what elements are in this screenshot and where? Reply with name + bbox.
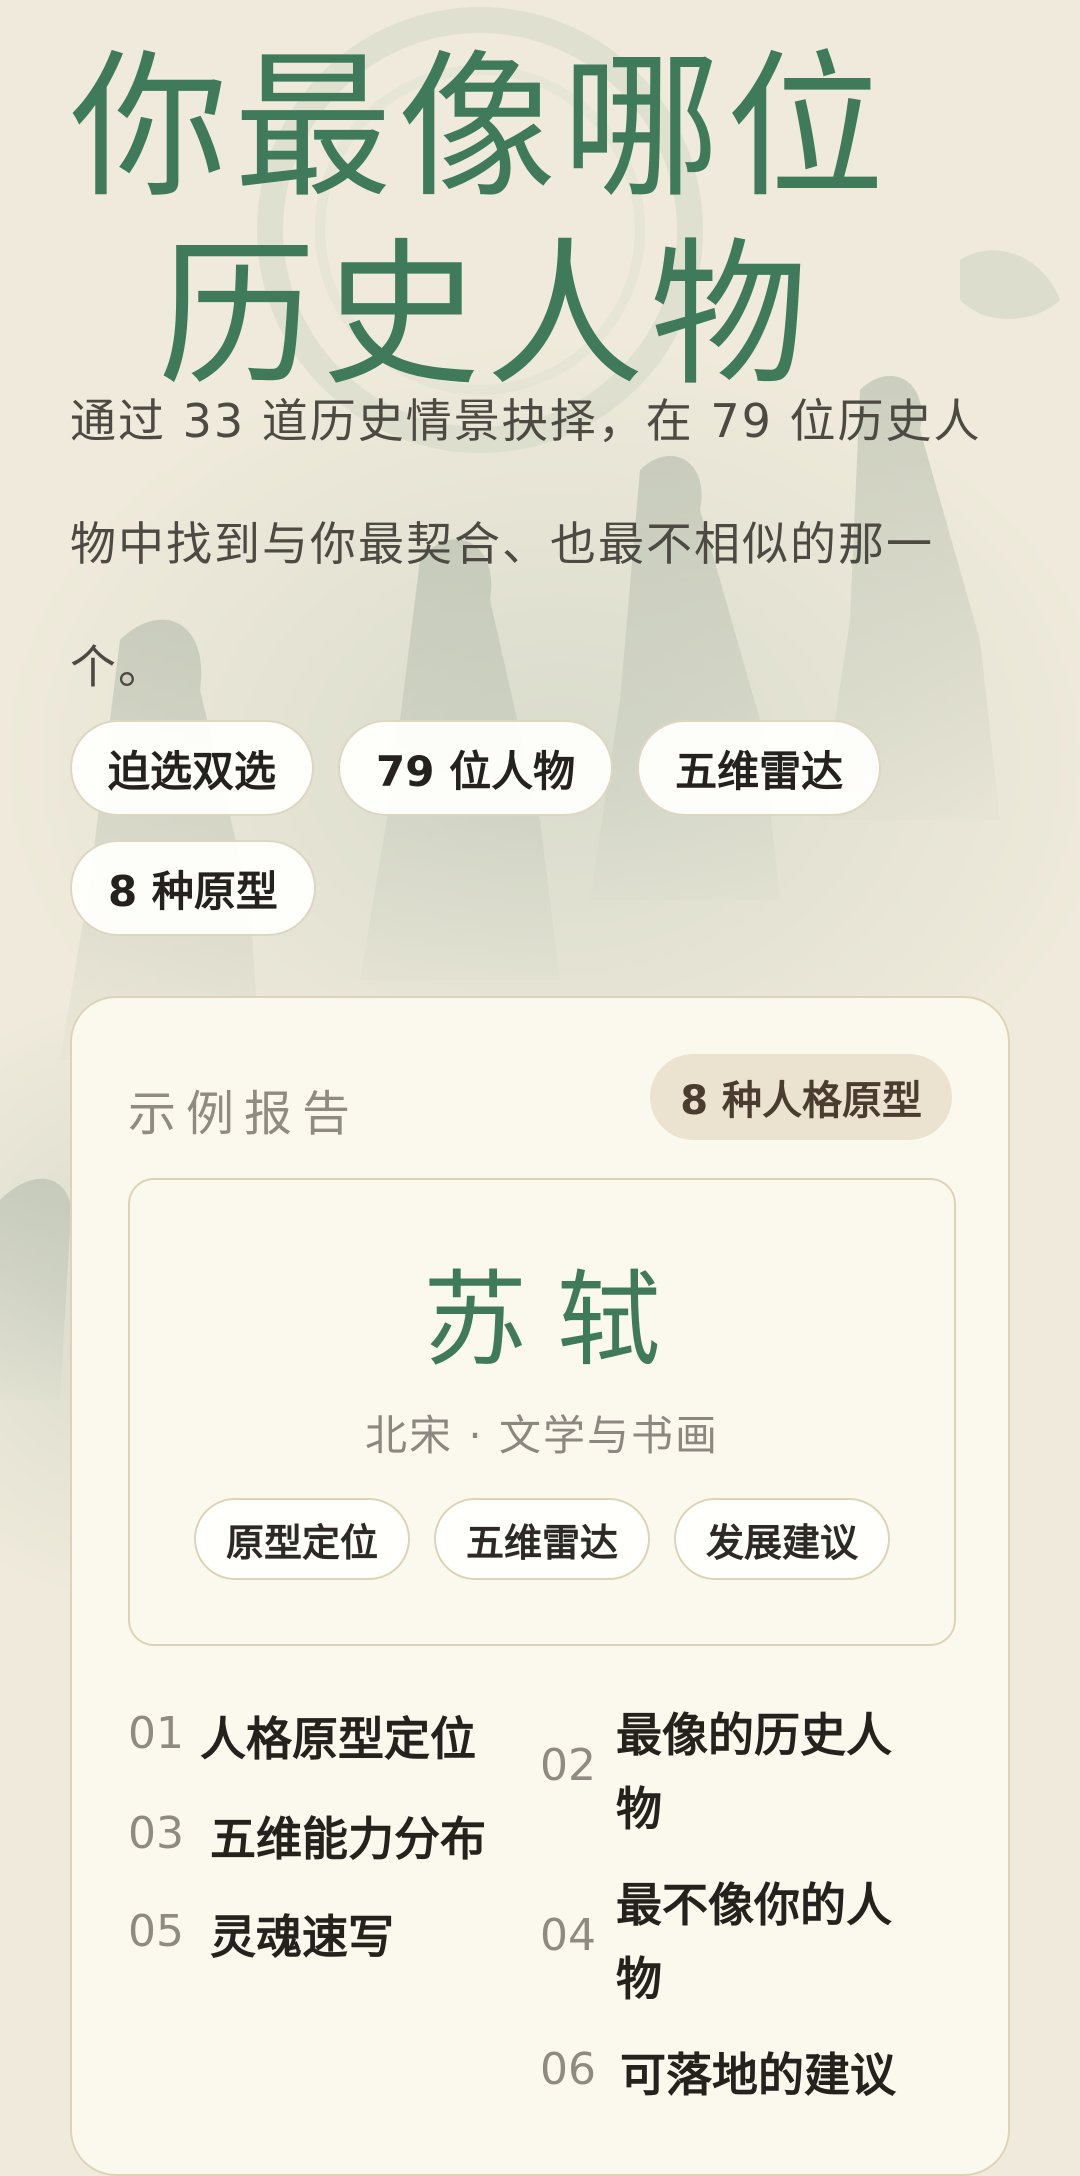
section-number: 02 [540, 1740, 596, 1791]
section-number: 06 [540, 2044, 596, 2095]
section-number: 01 [128, 1708, 184, 1759]
chip-archetypes: 8 种原型 [70, 840, 316, 936]
pill-suggestions: 发展建议 [674, 1498, 891, 1580]
page-content: 你最像哪位 历史人物 通过 33 道历史情景抉择，在 79 位历史人物中找到与你… [0, 0, 1080, 2176]
section-title: 灵魂速写 [210, 1910, 394, 1964]
chip-radar: 五维雷达 [637, 720, 882, 816]
section-number: 03 [128, 1808, 184, 1859]
section-title: 最像的历史人物 [616, 1708, 892, 1836]
pill-archetype: 原型定位 [193, 1498, 410, 1580]
person-preview: 苏轼 北宋 · 文学与书画 原型定位 五维雷达 发展建议 [128, 1178, 956, 1646]
section-number: 05 [128, 1906, 184, 1957]
section-title: 可落地的建议 [620, 2048, 896, 2102]
pill-radar: 五维雷达 [433, 1498, 650, 1580]
intro-description: 通过 33 道历史情景抉择，在 79 位历史人物中找到与你最契合、也最不相似的那… [70, 394, 982, 694]
section-number: 04 [540, 1910, 596, 1961]
person-dynasty-field: 北宋 · 文学与书画 [364, 1411, 720, 1460]
feature-chips: 迫选双选 79 位人物 五维雷达 8 种原型 [70, 720, 970, 936]
sample-report-label: 示例报告 [128, 1086, 361, 1142]
sample-report-card: 示例报告 8 种人格原型 苏轼 北宋 · 文学与书画 原型定位 五维雷达 发展建… [70, 996, 1010, 2176]
page-title: 你最像哪位 历史人物 [70, 34, 990, 410]
section-title: 人格原型定位 [200, 1712, 476, 1766]
section-title: 最不像你的人物 [616, 1878, 892, 2006]
page-title-line1: 你最像哪位 [70, 36, 890, 220]
archetype-count-badge: 8 种人格原型 [650, 1054, 952, 1140]
chip-figure-count: 79 位人物 [338, 720, 614, 816]
report-feature-pills: 原型定位 五维雷达 发展建议 [130, 1498, 954, 1580]
person-name: 苏轼 [422, 1259, 691, 1381]
chip-forced-choice: 迫选双选 [70, 720, 315, 816]
section-title: 五维能力分布 [210, 1812, 486, 1866]
